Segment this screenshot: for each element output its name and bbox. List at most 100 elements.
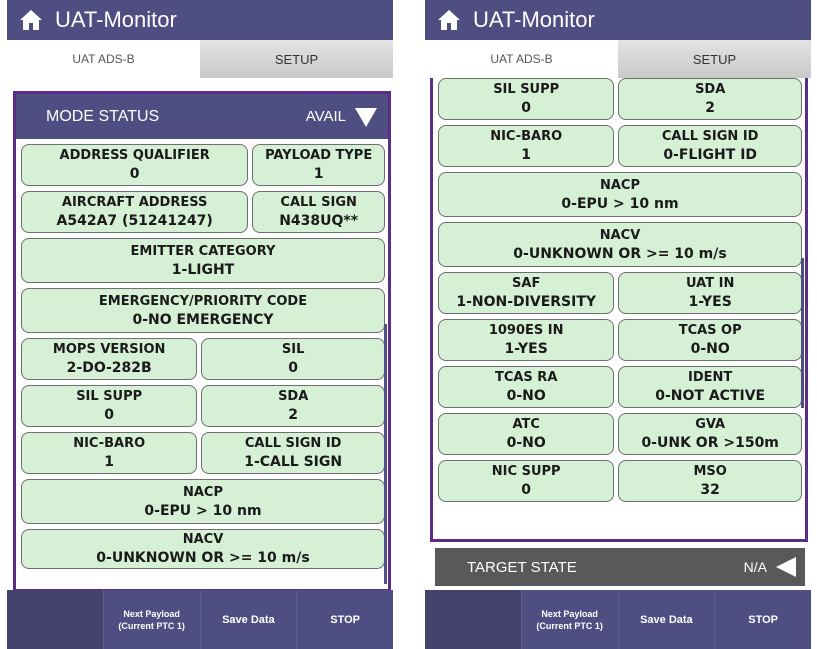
field-value: 0-NO — [690, 341, 730, 357]
tab-uat-adsb[interactable]: UAT ADS-B — [7, 40, 200, 78]
field-cell: NACV 0-UNKNOWN OR >= 10 m/s — [21, 529, 385, 569]
field-label: PAYLOAD TYPE — [265, 148, 373, 163]
bottom-toolbar: Next Payload (Current PTC 1) Save Data ST… — [425, 590, 811, 649]
field-value: 0-UNK OR >150m — [641, 435, 779, 451]
field-row: SIL SUPP 0 SDA 2 — [438, 78, 802, 120]
field-cell: CALL SIGN N438UQ** — [252, 191, 385, 233]
field-value: 0-EPU > 10 nm — [144, 502, 262, 519]
field-value: 0-NO — [506, 435, 546, 451]
field-value: 1-LIGHT — [171, 261, 235, 278]
app-bar: UAT-Monitor — [7, 0, 393, 40]
field-label: NACP — [599, 177, 640, 193]
field-cell: NIC-BARO 1 — [21, 432, 198, 474]
field-label: SIL — [281, 342, 305, 357]
field-row: NIC-BARO 1 CALL SIGN ID 1-CALL SIGN — [21, 432, 385, 474]
field-cell: TCAS RA 0-NO — [438, 366, 615, 408]
field-label: MSO — [693, 464, 727, 479]
field-value: 1-CALL SIGN — [244, 454, 343, 470]
field-row: NACV 0-UNKNOWN OR >= 10 m/s — [438, 222, 802, 267]
field-label: CALL SIGN ID — [661, 129, 759, 144]
field-label: GVA — [695, 417, 726, 432]
field-label: ADDRESS QUALIFIER — [59, 148, 210, 163]
expand-triangle-icon[interactable] — [775, 556, 797, 578]
field-label: NACV — [182, 532, 224, 547]
collapse-triangle-icon[interactable] — [354, 106, 378, 128]
app-title: UAT-Monitor — [55, 7, 177, 32]
field-label: NACP — [182, 484, 223, 500]
field-value: 0-FLIGHT ID — [663, 147, 758, 163]
field-cell: IDENT 0-NOT ACTIVE — [618, 366, 802, 408]
field-label: NIC-BARO — [73, 436, 146, 451]
field-cell: SIL SUPP 0 — [438, 78, 615, 120]
stop-button[interactable]: STOP — [296, 590, 393, 649]
field-cell: NIC-BARO 1 — [438, 125, 615, 167]
field-value: 0 — [129, 166, 140, 182]
toolbar-spacer — [425, 590, 521, 649]
field-value: A542A7 (51241247) — [56, 213, 213, 229]
field-label: MOPS VERSION — [52, 342, 166, 357]
field-cell: NACP 0-EPU > 10 nm — [21, 479, 385, 524]
field-cell: CALL SIGN ID 0-FLIGHT ID — [618, 125, 802, 167]
app-bar: UAT-Monitor — [425, 0, 811, 40]
field-cell: AIRCRAFT ADDRESS A542A7 (51241247) — [21, 191, 249, 233]
field-label: UAT IN — [686, 276, 735, 291]
field-value: 32 — [700, 482, 720, 498]
field-label: NIC-BARO — [490, 129, 563, 144]
field-label: TCAS RA — [494, 370, 558, 385]
section-status: AVAIL — [305, 108, 346, 125]
app-title: UAT-Monitor — [473, 7, 595, 32]
field-cell: SIL SUPP 0 — [21, 385, 198, 427]
field-value: 0-UNKNOWN OR >= 10 m/s — [513, 245, 727, 262]
save-data-button[interactable]: Save Data — [199, 590, 297, 649]
field-label: EMITTER CATEGORY — [130, 243, 276, 259]
field-value: 0-NOT ACTIVE — [655, 388, 766, 404]
bottom-toolbar: Next Payload (Current PTC 1) Save Data ST… — [7, 590, 393, 649]
field-grid: SIL SUPP 0 SDA 2 NIC-BARO 1 CALL SIGN ID 0-FLIG… — [438, 78, 802, 507]
field-row: MOPS VERSION 2-DO-282B SIL 0 — [21, 338, 385, 380]
field-label: SAF — [512, 276, 541, 291]
field-cell: CALL SIGN ID 1-CALL SIGN — [201, 432, 385, 474]
field-label: SDA — [695, 82, 726, 97]
field-cell: SDA 2 — [201, 385, 385, 427]
field-row: ADDRESS QUALIFIER 0 PAYLOAD TYPE 1 — [21, 144, 385, 186]
field-cell: SIL 0 — [201, 338, 385, 380]
field-label: SIL SUPP — [76, 389, 143, 404]
field-label: CALL SIGN ID — [244, 436, 342, 451]
mode-status-panel: MODE STATUS AVAIL ADDRESS QUALIFIER 0 PAYL… — [13, 91, 391, 592]
scrollbar[interactable] — [801, 258, 804, 408]
field-value: 0 — [104, 407, 115, 423]
tab-uat-adsb[interactable]: UAT ADS-B — [425, 40, 618, 78]
field-cell: GVA 0-UNK OR >150m — [618, 413, 802, 455]
field-value: 0 — [288, 360, 299, 376]
field-value: 2-DO-282B — [66, 360, 152, 376]
tab-setup[interactable]: SETUP — [618, 40, 811, 78]
field-row: NIC-BARO 1 CALL SIGN ID 0-FLIGHT ID — [438, 125, 802, 167]
toolbar-spacer — [7, 590, 103, 649]
next-payload-button[interactable]: Next Payload (Current PTC 1) — [102, 590, 200, 649]
field-value: 1-YES — [688, 294, 732, 310]
tab-setup[interactable]: SETUP — [200, 40, 393, 78]
save-data-button[interactable]: Save Data — [617, 590, 715, 649]
field-value: 0-NO EMERGENCY — [132, 311, 274, 328]
home-icon[interactable] — [437, 9, 461, 31]
field-cell: PAYLOAD TYPE 1 — [252, 144, 385, 186]
field-label: AIRCRAFT ADDRESS — [61, 195, 208, 210]
field-cell: NACP 0-EPU > 10 nm — [438, 172, 802, 217]
field-row: AIRCRAFT ADDRESS A542A7 (51241247) CALL SI… — [21, 191, 385, 233]
field-cell: ATC 0-NO — [438, 413, 615, 455]
field-value: 1-NON-DIVERSITY — [456, 294, 597, 310]
field-row: NIC SUPP 0 MSO 32 — [438, 460, 802, 502]
target-state-header[interactable]: TARGET STATE N/A — [435, 548, 805, 586]
field-label: CALL SIGN — [280, 195, 357, 210]
mode-status-header[interactable]: MODE STATUS AVAIL — [16, 94, 388, 139]
field-row: SAF 1-NON-DIVERSITY UAT IN 1-YES — [438, 272, 802, 314]
field-value: 2 — [288, 407, 299, 423]
field-value: 1 — [521, 147, 532, 163]
scrollbar[interactable] — [384, 324, 387, 584]
stop-button[interactable]: STOP — [714, 590, 811, 649]
home-icon[interactable] — [19, 9, 43, 31]
field-row: TCAS RA 0-NO IDENT 0-NOT ACTIVE — [438, 366, 802, 408]
field-label: IDENT — [688, 370, 733, 385]
section-label: MODE STATUS — [46, 107, 160, 125]
next-payload-button[interactable]: Next Payload (Current PTC 1) — [520, 590, 618, 649]
